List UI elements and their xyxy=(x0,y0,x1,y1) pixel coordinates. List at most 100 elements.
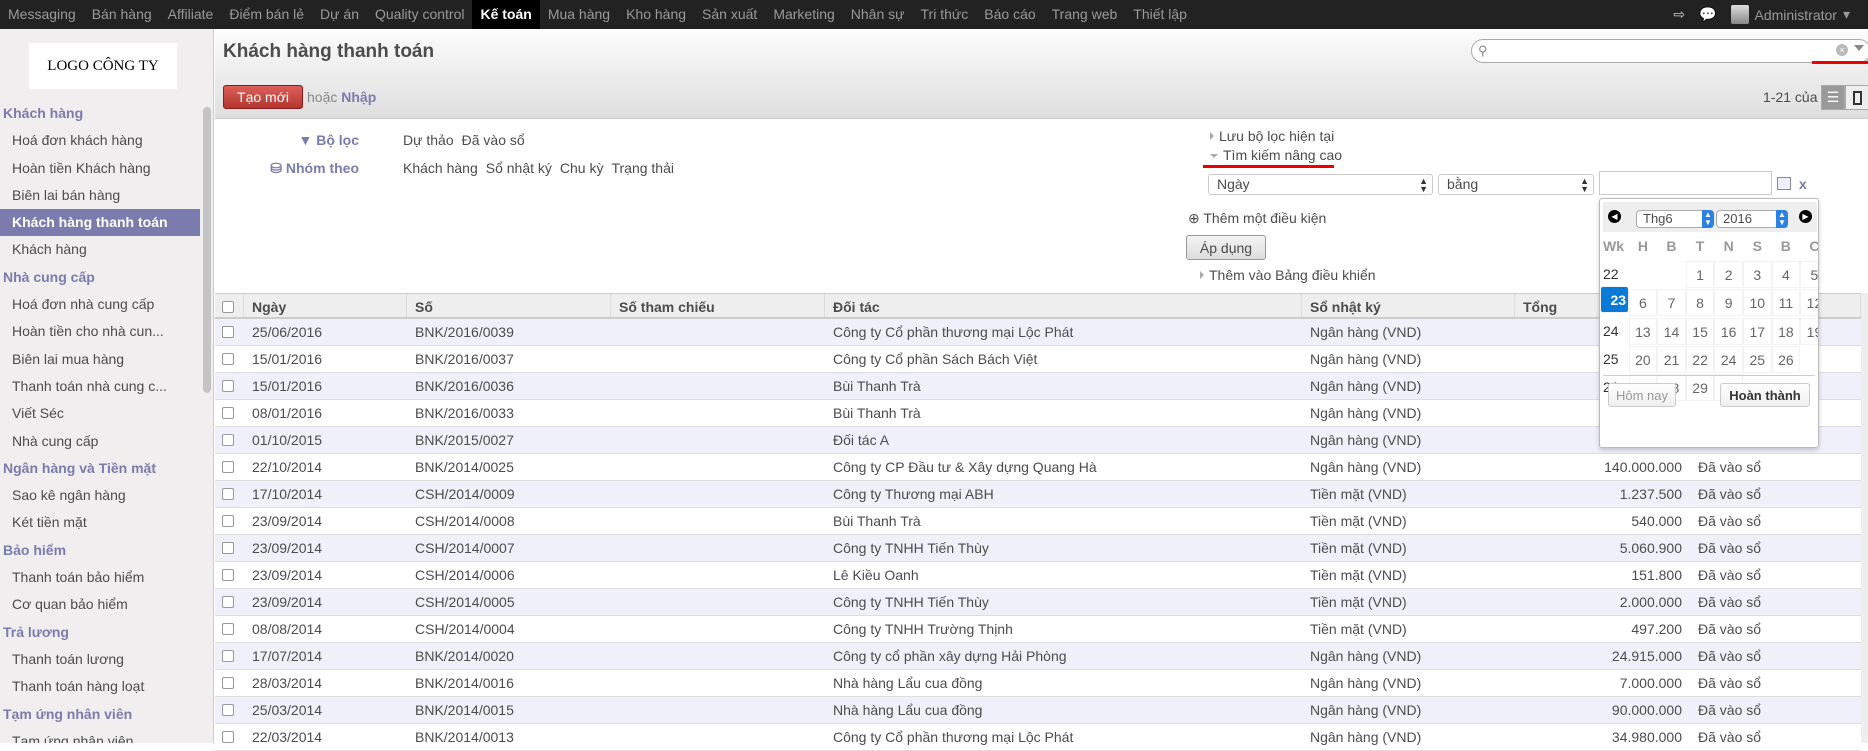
list-view-button[interactable]: ☰ xyxy=(1821,85,1845,110)
filter-option[interactable]: Đã vào sổ xyxy=(462,132,525,148)
sidebar-scrollbar[interactable] xyxy=(203,107,211,393)
row-checkbox[interactable] xyxy=(222,407,234,419)
sidebar-item[interactable]: Thanh toán hàng loạt xyxy=(0,673,200,700)
topnav-item[interactable]: Báo cáo xyxy=(976,0,1043,29)
sidebar-item[interactable]: Hoá đơn nhà cung cấp xyxy=(0,291,200,318)
topnav-item[interactable]: Messaging xyxy=(0,0,84,29)
calendar-day[interactable]: 6 xyxy=(1628,289,1658,317)
search-input[interactable]: ⚲ × xyxy=(1471,39,1868,63)
column-header[interactable]: Đối tác xyxy=(825,294,1302,317)
calendar-day[interactable]: 18 xyxy=(1771,317,1801,345)
calendar-day[interactable]: 25 xyxy=(1742,345,1772,373)
calendar-day[interactable]: 9 xyxy=(1714,289,1743,317)
sidebar-item[interactable]: Thanh toán bảo hiểm xyxy=(0,564,200,591)
calendar-day[interactable]: 1 xyxy=(1685,260,1715,288)
row-checkbox[interactable] xyxy=(222,515,234,527)
row-checkbox[interactable] xyxy=(222,677,234,689)
row-checkbox[interactable] xyxy=(222,542,234,554)
search-options-dropdown-icon[interactable] xyxy=(1854,45,1864,51)
topnav-item[interactable]: Mua hàng xyxy=(540,0,618,29)
filter-option[interactable]: Dự thảo xyxy=(403,132,454,148)
topnav-item[interactable]: Dự án xyxy=(312,0,367,29)
today-button[interactable]: Hôm nay xyxy=(1608,383,1676,407)
year-select[interactable]: 2016 ▲ ▼ xyxy=(1716,210,1788,228)
remove-condition-button[interactable]: x xyxy=(1799,176,1807,192)
calendar-day[interactable]: 2 xyxy=(1714,260,1743,288)
add-condition-link[interactable]: ⊕ Thêm một điều kiện xyxy=(1188,210,1326,227)
sidebar-item[interactable]: Tạm ứng nhân viên xyxy=(0,728,200,743)
main-scrollbar[interactable] xyxy=(1861,293,1868,743)
clear-search-icon[interactable]: × xyxy=(1836,44,1848,56)
calendar-day[interactable]: 7 xyxy=(1657,289,1686,317)
calendar-day[interactable]: 10 xyxy=(1742,289,1772,317)
row-checkbox[interactable] xyxy=(222,461,234,473)
table-row[interactable]: 23/09/2014 CSH/2014/0008 Bùi Thanh Trà Tiền… xyxy=(215,508,1861,535)
table-row[interactable]: 17/07/2014 BNK/2014/0020 Công ty cổ phần x… xyxy=(215,643,1861,670)
calendar-day[interactable]: 21 xyxy=(1657,345,1686,373)
calendar-day[interactable]: 11 xyxy=(1771,289,1801,317)
topnav-item[interactable]: Thiết lập xyxy=(1125,0,1195,29)
column-header[interactable]: Sổ nhật ký xyxy=(1302,294,1515,317)
chat-icon[interactable]: 💬 xyxy=(1699,6,1716,23)
sidebar-item[interactable]: Khách hàng thanh toán xyxy=(0,209,200,237)
topnav-item[interactable]: Bán hàng xyxy=(84,0,160,29)
row-checkbox[interactable] xyxy=(222,434,234,446)
import-link[interactable]: Nhập xyxy=(341,89,376,105)
calendar-day[interactable]: 26 xyxy=(1771,345,1801,373)
topnav-item[interactable]: Tri thức xyxy=(913,0,977,29)
form-view-button[interactable] xyxy=(1845,85,1868,110)
sidebar-item[interactable]: Thanh toán nhà cung c... xyxy=(0,373,200,400)
table-row[interactable]: 17/10/2014 CSH/2014/0009 Công ty Thương mạ… xyxy=(215,481,1861,508)
calendar-day[interactable]: 20 xyxy=(1628,345,1658,373)
table-row[interactable]: 22/03/2014 BNK/2014/0013 Công ty Cổ phần t… xyxy=(215,724,1861,751)
calendar-day[interactable]: 22 xyxy=(1685,345,1715,373)
topnav-item[interactable]: Sản xuất xyxy=(694,0,765,29)
done-button[interactable]: Hoàn thành xyxy=(1720,383,1810,407)
user-menu[interactable]: Administrator ▾ xyxy=(1730,5,1850,24)
group-by-option[interactable]: Khách hàng xyxy=(403,160,478,176)
group-by-option[interactable]: Trạng thải xyxy=(611,160,674,176)
topnav-item[interactable]: Trang web xyxy=(1044,0,1126,29)
add-to-dashboard-toggle[interactable]: Thêm vào Bảng điều khiển xyxy=(1200,267,1376,283)
topnav-item[interactable]: Nhân sự xyxy=(843,0,913,29)
row-checkbox[interactable] xyxy=(222,623,234,635)
sidebar-item[interactable]: Két tiền mặt xyxy=(0,509,200,536)
table-row[interactable]: 22/10/2014 BNK/2014/0025 Công ty CP Đầu tư… xyxy=(215,454,1861,481)
topnav-item[interactable]: Điểm bán lẻ xyxy=(221,0,312,29)
next-month-button[interactable]: ▶ xyxy=(1799,210,1812,223)
date-value-input[interactable] xyxy=(1599,171,1772,195)
calendar-day[interactable]: 15 xyxy=(1685,317,1715,345)
create-button[interactable]: Tạo mới xyxy=(223,85,303,109)
save-filter-toggle[interactable]: Lưu bộ lọc hiện tại xyxy=(1210,128,1334,144)
row-checkbox[interactable] xyxy=(222,731,234,743)
row-checkbox[interactable] xyxy=(222,650,234,662)
row-checkbox[interactable] xyxy=(222,704,234,716)
calendar-day[interactable]: 16 xyxy=(1714,317,1743,345)
sidebar-item[interactable]: Biên lai mua hàng xyxy=(0,346,200,373)
topnav-item[interactable]: Quality control xyxy=(367,0,472,29)
calendar-day[interactable]: 8 xyxy=(1685,289,1715,317)
calendar-day[interactable]: 19 xyxy=(1800,317,1818,345)
prev-month-button[interactable]: ◀ xyxy=(1608,210,1621,223)
sidebar-item[interactable]: Nhà cung cấp xyxy=(0,428,200,455)
column-header[interactable]: Số tham chiếu xyxy=(611,294,825,317)
calendar-day[interactable]: 13 xyxy=(1628,317,1658,345)
calendar-day[interactable]: 3 xyxy=(1742,260,1772,288)
row-checkbox[interactable] xyxy=(222,326,234,338)
sidebar-item[interactable]: Cơ quan bảo hiểm xyxy=(0,591,200,618)
row-checkbox[interactable] xyxy=(222,569,234,581)
calendar-day[interactable]: 24 xyxy=(1714,345,1743,373)
select-all-checkbox[interactable] xyxy=(222,301,234,313)
operator-select[interactable]: bằng ▲ ▼ xyxy=(1438,174,1594,195)
row-checkbox[interactable] xyxy=(222,488,234,500)
field-select[interactable]: Ngày ▲ ▼ xyxy=(1208,174,1433,195)
sidebar-item[interactable]: Thanh toán lương xyxy=(0,646,200,673)
calendar-day[interactable]: 29 xyxy=(1685,374,1715,402)
row-checkbox[interactable] xyxy=(222,353,234,365)
calendar-day[interactable]: 5 xyxy=(1800,260,1818,288)
calendar-day[interactable]: 4 xyxy=(1771,260,1801,288)
sidebar-item[interactable]: Sao kê ngân hàng xyxy=(0,482,200,509)
column-header[interactable]: Số xyxy=(407,294,611,317)
sidebar-item[interactable]: Hoàn tiền cho nhà cun... xyxy=(0,318,200,345)
apply-button[interactable]: Áp dụng xyxy=(1186,235,1266,260)
